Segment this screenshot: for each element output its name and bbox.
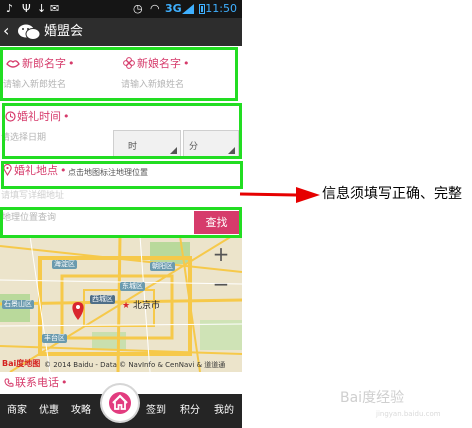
nav-mine[interactable]: 我的 <box>214 404 234 418</box>
highlight-location <box>1 161 243 189</box>
contact-phone-label: 联系电话 • <box>15 376 68 389</box>
usb-icon: Ψ <box>22 2 31 15</box>
wechat-icon <box>18 24 41 40</box>
alarm-clock-icon: ◷ <box>133 2 143 15</box>
nav-points[interactable]: 积分 <box>180 404 200 418</box>
map-view[interactable]: 海淀区 朝阳区 东城区 西城区 石景山区 丰台区 ★ 北京市 + − <box>0 236 242 372</box>
wifi-icon: ◠ <box>150 2 160 15</box>
title-bar: ‹ 婚盟会 <box>0 18 242 46</box>
phone-icon <box>4 378 14 387</box>
highlight-names <box>0 47 238 101</box>
map-label-dongcheng: 东城区 <box>120 282 145 291</box>
page-title: 婚盟会 <box>44 24 84 39</box>
map-label-haidian: 海淀区 <box>52 260 77 269</box>
map-copyright: © 2014 Baidu - Data © NavInfo & CenNavi … <box>44 361 226 369</box>
battery-icon <box>199 4 205 14</box>
map-label-fengtai: 丰台区 <box>42 334 67 343</box>
home-icon <box>112 394 128 410</box>
nav-deals[interactable]: 优惠 <box>39 404 59 418</box>
download-icon: ↓ <box>37 2 47 15</box>
status-time: 11:50 <box>205 2 237 15</box>
zoom-in-button[interactable]: + <box>210 244 232 264</box>
map-label-xicheng: 西城区 <box>90 295 115 304</box>
mail-icon: ✉ <box>50 2 60 15</box>
baidu-map-logo: Bai度地图 <box>2 359 41 368</box>
nav-checkin[interactable]: 签到 <box>146 404 166 418</box>
map-city-label: ★ 北京市 <box>122 301 160 311</box>
map-roads <box>0 236 242 372</box>
watermark-url: jingyan.baidu.com <box>376 410 441 418</box>
annotation-arrow <box>239 187 320 203</box>
signal-icon <box>182 4 194 14</box>
watermark: Bai度经验 <box>340 390 405 406</box>
map-label-chaoyang: 朝阳区 <box>150 262 175 271</box>
home-button-inner <box>109 392 131 414</box>
map-marker[interactable] <box>72 302 84 320</box>
address-input[interactable]: 请填写详细地址 <box>1 190 64 202</box>
nav-merchants[interactable]: 商家 <box>7 404 27 418</box>
annotation-text: 信息须填写正确、完整 <box>322 186 462 202</box>
nav-guides[interactable]: 攻略 <box>71 404 91 418</box>
highlight-search <box>0 207 242 238</box>
status-bar: ♪ Ψ ↓ ✉ ◷ ◠ 3G 11:50 <box>0 0 242 18</box>
back-button[interactable]: ‹ <box>3 22 9 40</box>
highlight-time <box>2 103 242 159</box>
map-label-shijingshan: 石景山区 <box>2 300 34 309</box>
zoom-out-button[interactable]: − <box>210 274 232 294</box>
alarm-icon: ♪ <box>6 2 14 15</box>
network-type: 3G <box>165 2 182 15</box>
city-star-icon: ★ <box>122 301 131 311</box>
home-button[interactable] <box>102 385 138 421</box>
